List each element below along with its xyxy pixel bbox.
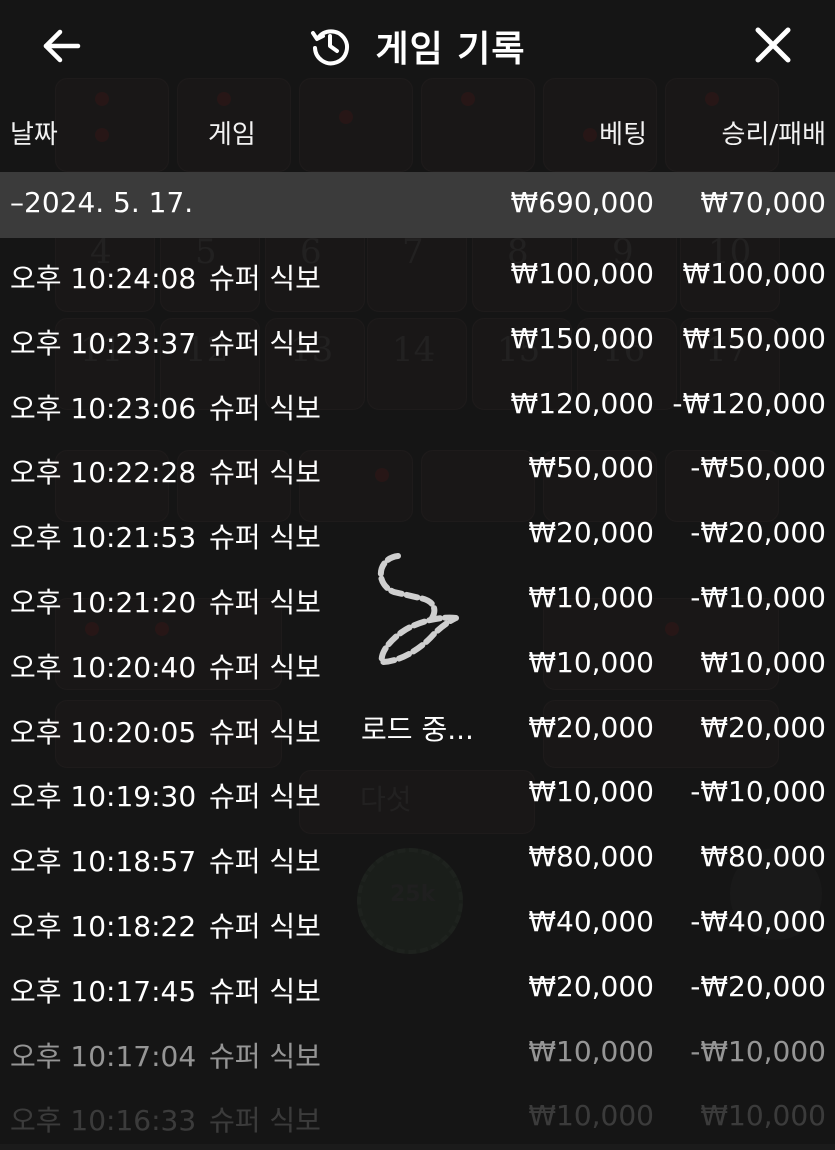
record-time: 오후 10:17:45: [10, 974, 197, 1008]
record-result: -₩40,000: [690, 904, 826, 938]
record-row[interactable]: 오후 10:23:06 슈퍼 식보 ₩120,000 -₩120,000: [0, 373, 835, 438]
record-game: 슈퍼 식보: [209, 780, 321, 814]
record-time: 오후 10:23:06: [10, 391, 197, 425]
record-time: 오후 10:23:37: [10, 326, 197, 360]
record-bet: ₩80,000: [528, 840, 654, 874]
record-game: 슈퍼 식보: [209, 262, 321, 295]
record-time: 오후 10:19:30: [10, 780, 197, 814]
record-result: -₩50,000: [690, 451, 826, 485]
record-result: ₩150,000: [682, 321, 826, 355]
record-game: 슈퍼 식보: [209, 326, 321, 360]
record-row[interactable]: 오후 10:19:30 슈퍼 식보 ₩10,000 -₩10,000: [0, 761, 835, 826]
record-bet: ₩10,000: [528, 1034, 654, 1068]
record-time: 오후 10:22:28: [10, 456, 197, 490]
record-row[interactable]: 오후 10:18:22 슈퍼 식보 ₩40,000 -₩40,000: [0, 891, 835, 956]
record-time: 오후 10:18:22: [10, 909, 197, 943]
record-row[interactable]: 오후 10:22:28 슈퍼 식보 ₩50,000 -₩50,000: [0, 437, 835, 502]
record-bet: ₩10,000: [528, 645, 654, 679]
record-game: 슈퍼 식보: [209, 650, 321, 684]
record-game: 슈퍼 식보: [209, 1039, 321, 1073]
record-bet: ₩20,000: [528, 710, 654, 744]
record-row[interactable]: 오후 10:24:08 슈퍼 식보 ₩100,000 ₩100,000: [0, 243, 835, 308]
record-row[interactable]: 오후 10:18:57 슈퍼 식보 ₩80,000 ₩80,000: [0, 826, 835, 891]
record-time: 오후 10:16:33: [10, 1104, 197, 1138]
record-result: -₩120,000: [672, 386, 826, 420]
record-game: 슈퍼 식보: [209, 521, 321, 555]
record-result: ₩100,000: [682, 257, 826, 290]
column-header-game: 게임: [208, 120, 256, 150]
record-bet: ₩100,000: [510, 257, 654, 290]
record-time: 오후 10:24:08: [10, 262, 197, 295]
record-game: 슈퍼 식보: [209, 391, 321, 425]
record-time: 오후 10:20:05: [10, 715, 197, 749]
record-row[interactable]: 오후 10:17:04 슈퍼 식보 ₩10,000 -₩10,000: [0, 1021, 835, 1086]
record-bet: ₩150,000: [510, 321, 654, 355]
record-row[interactable]: 오후 10:17:45 슈퍼 식보 ₩20,000 -₩20,000: [0, 956, 835, 1021]
close-button[interactable]: [752, 24, 794, 66]
record-time: 오후 10:21:53: [10, 521, 197, 555]
record-bet: ₩40,000: [528, 904, 654, 938]
record-result: -₩10,000: [690, 580, 826, 614]
game-history-panel: 게임 기록 날짜 게임 베팅 승리/패배 –2024. 5. 17. ₩690,…: [0, 0, 835, 1144]
record-game: 슈퍼 식보: [209, 845, 321, 879]
column-header-bet: 베팅: [599, 120, 647, 150]
record-game: 슈퍼 식보: [209, 1104, 321, 1138]
loading-text: 로드 중...: [361, 713, 474, 746]
record-bet: ₩50,000: [528, 451, 654, 485]
record-game: 슈퍼 식보: [209, 456, 321, 490]
record-bet: ₩10,000: [528, 580, 654, 614]
record-bet: ₩20,000: [528, 516, 654, 550]
record-game: 슈퍼 식보: [209, 909, 321, 943]
record-result: ₩10,000: [700, 645, 826, 679]
header: 게임 기록: [0, 0, 835, 92]
record-result: ₩10,000: [700, 1099, 826, 1133]
loading-spinner-icon: [377, 553, 459, 666]
history-clock-icon: [311, 29, 350, 66]
record-row[interactable]: 오후 10:23:37 슈퍼 식보 ₩150,000 ₩150,000: [0, 308, 835, 373]
record-bet: ₩120,000: [510, 386, 654, 420]
record-time: 오후 10:20:40: [10, 650, 197, 684]
record-bet: ₩10,000: [528, 775, 654, 809]
column-header-result: 승리/패배: [721, 120, 826, 150]
record-result: ₩20,000: [700, 710, 826, 744]
record-time: 오후 10:21:20: [10, 585, 197, 619]
page-title: 게임 기록: [375, 29, 526, 70]
record-game: 슈퍼 식보: [209, 974, 321, 1008]
date-group-bet-total: ₩690,000: [510, 186, 654, 219]
record-bet: ₩10,000: [528, 1099, 654, 1133]
date-group-result-total: ₩70,000: [700, 186, 826, 219]
record-row[interactable]: 오후 10:16:33 슈퍼 식보 ₩10,000 ₩10,000: [0, 1085, 835, 1150]
record-result: -₩10,000: [690, 775, 826, 809]
record-result: ₩80,000: [700, 840, 826, 874]
column-header-date: 날짜: [10, 120, 58, 150]
record-game: 슈퍼 식보: [209, 585, 321, 619]
record-result: -₩20,000: [690, 969, 826, 1003]
title-area: 게임 기록: [0, 22, 835, 70]
record-time: 오후 10:17:04: [10, 1039, 197, 1073]
record-game: 슈퍼 식보: [209, 715, 321, 749]
record-bet: ₩20,000: [528, 969, 654, 1003]
close-icon: [755, 27, 791, 63]
records-list: 오후 10:24:08 슈퍼 식보 ₩100,000 ₩100,000 오후 1…: [0, 243, 835, 1150]
date-group-row[interactable]: –2024. 5. 17. ₩690,000 ₩70,000: [0, 172, 835, 238]
record-result: -₩10,000: [690, 1034, 826, 1068]
record-result: -₩20,000: [690, 516, 826, 550]
record-time: 오후 10:18:57: [10, 845, 197, 879]
date-group-label: –2024. 5. 17.: [10, 186, 194, 219]
